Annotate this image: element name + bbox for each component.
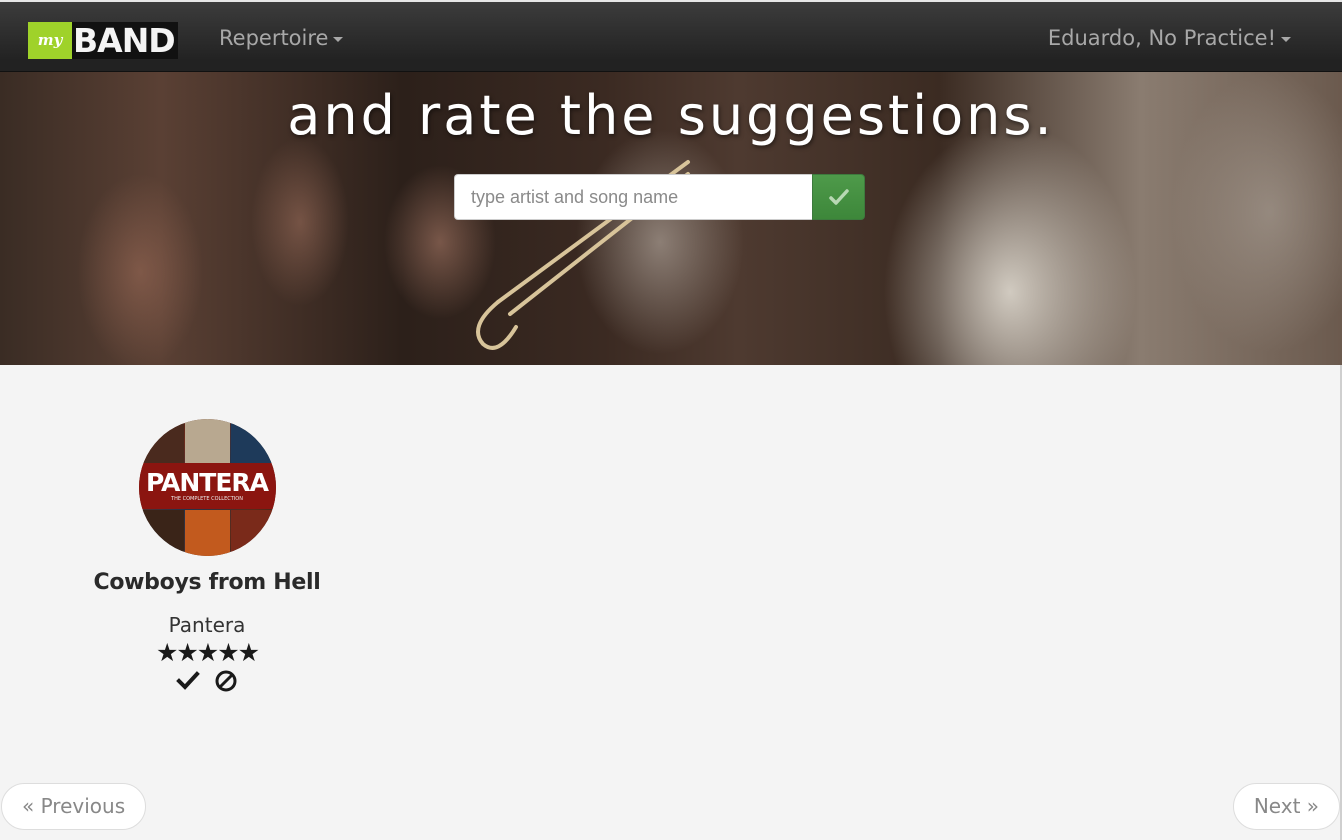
song-search-form <box>454 174 865 220</box>
check-icon <box>828 189 849 205</box>
hero-heading: and rate the suggestions. <box>287 84 1055 147</box>
caret-down-icon <box>1281 36 1291 42</box>
song-search-input[interactable] <box>454 174 812 220</box>
accept-check-icon[interactable] <box>176 669 200 693</box>
reject-ban-icon[interactable] <box>214 669 238 693</box>
repertoire-dropdown[interactable]: Repertoire <box>219 26 344 50</box>
logo-band-text: BAND <box>73 21 176 60</box>
album-art-band-name: PANTERA <box>138 463 276 509</box>
hero-banner: and rate the suggestions. <box>0 72 1342 365</box>
repertoire-label: Repertoire <box>219 26 329 50</box>
top-navbar: my BAND Repertoire Eduardo, No Practice! <box>0 0 1342 72</box>
album-art[interactable]: PANTERA THE COMPLETE COLLECTION <box>138 419 276 556</box>
myband-logo[interactable]: my BAND <box>28 22 178 59</box>
previous-page-button[interactable]: « Previous <box>1 783 147 830</box>
album-art-subtitle: THE COMPLETE COLLECTION <box>171 496 243 502</box>
song-title[interactable]: Cowboys from Hell <box>80 570 334 595</box>
logo-my-text: my <box>28 22 72 59</box>
caret-down-icon <box>333 36 344 42</box>
next-page-button[interactable]: Next » <box>1232 783 1340 830</box>
rating-stars[interactable]: ★★★★★ <box>80 639 334 667</box>
song-artist: Pantera <box>168 613 246 637</box>
suggestion-card: PANTERA THE COMPLETE COLLECTION Cowboys … <box>80 419 334 693</box>
user-label: Eduardo, No Practice! <box>1047 26 1276 50</box>
user-dropdown[interactable]: Eduardo, No Practice! <box>1048 26 1291 50</box>
search-submit-button[interactable] <box>812 174 865 220</box>
suggestion-actions <box>80 669 334 693</box>
